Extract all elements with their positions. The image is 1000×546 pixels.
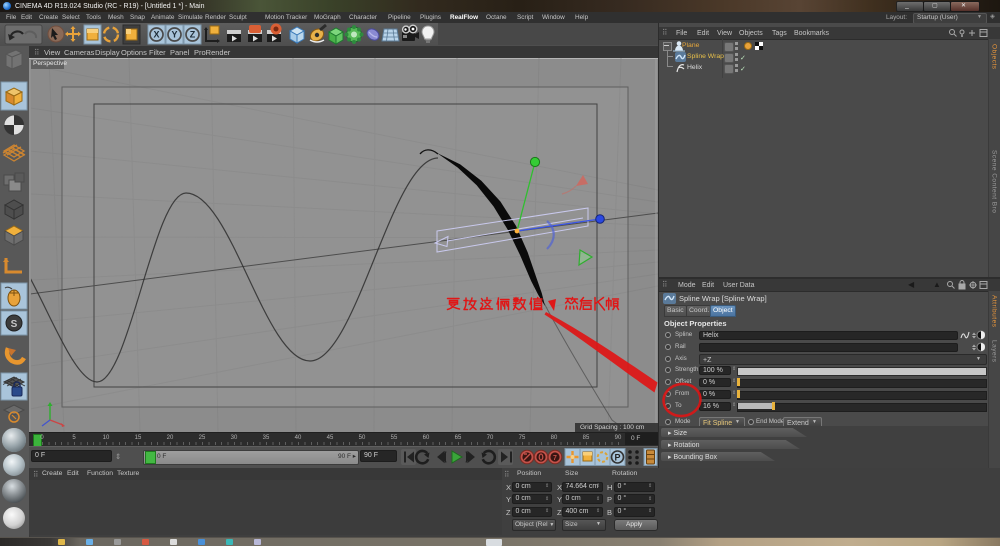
- svg-text:S: S: [11, 319, 18, 330]
- svg-text:Z: Z: [190, 30, 196, 40]
- svg-text:7: 7: [553, 455, 557, 462]
- svg-text:X: X: [153, 30, 159, 40]
- svg-text:P: P: [614, 453, 620, 463]
- svg-text:Y: Y: [171, 30, 177, 40]
